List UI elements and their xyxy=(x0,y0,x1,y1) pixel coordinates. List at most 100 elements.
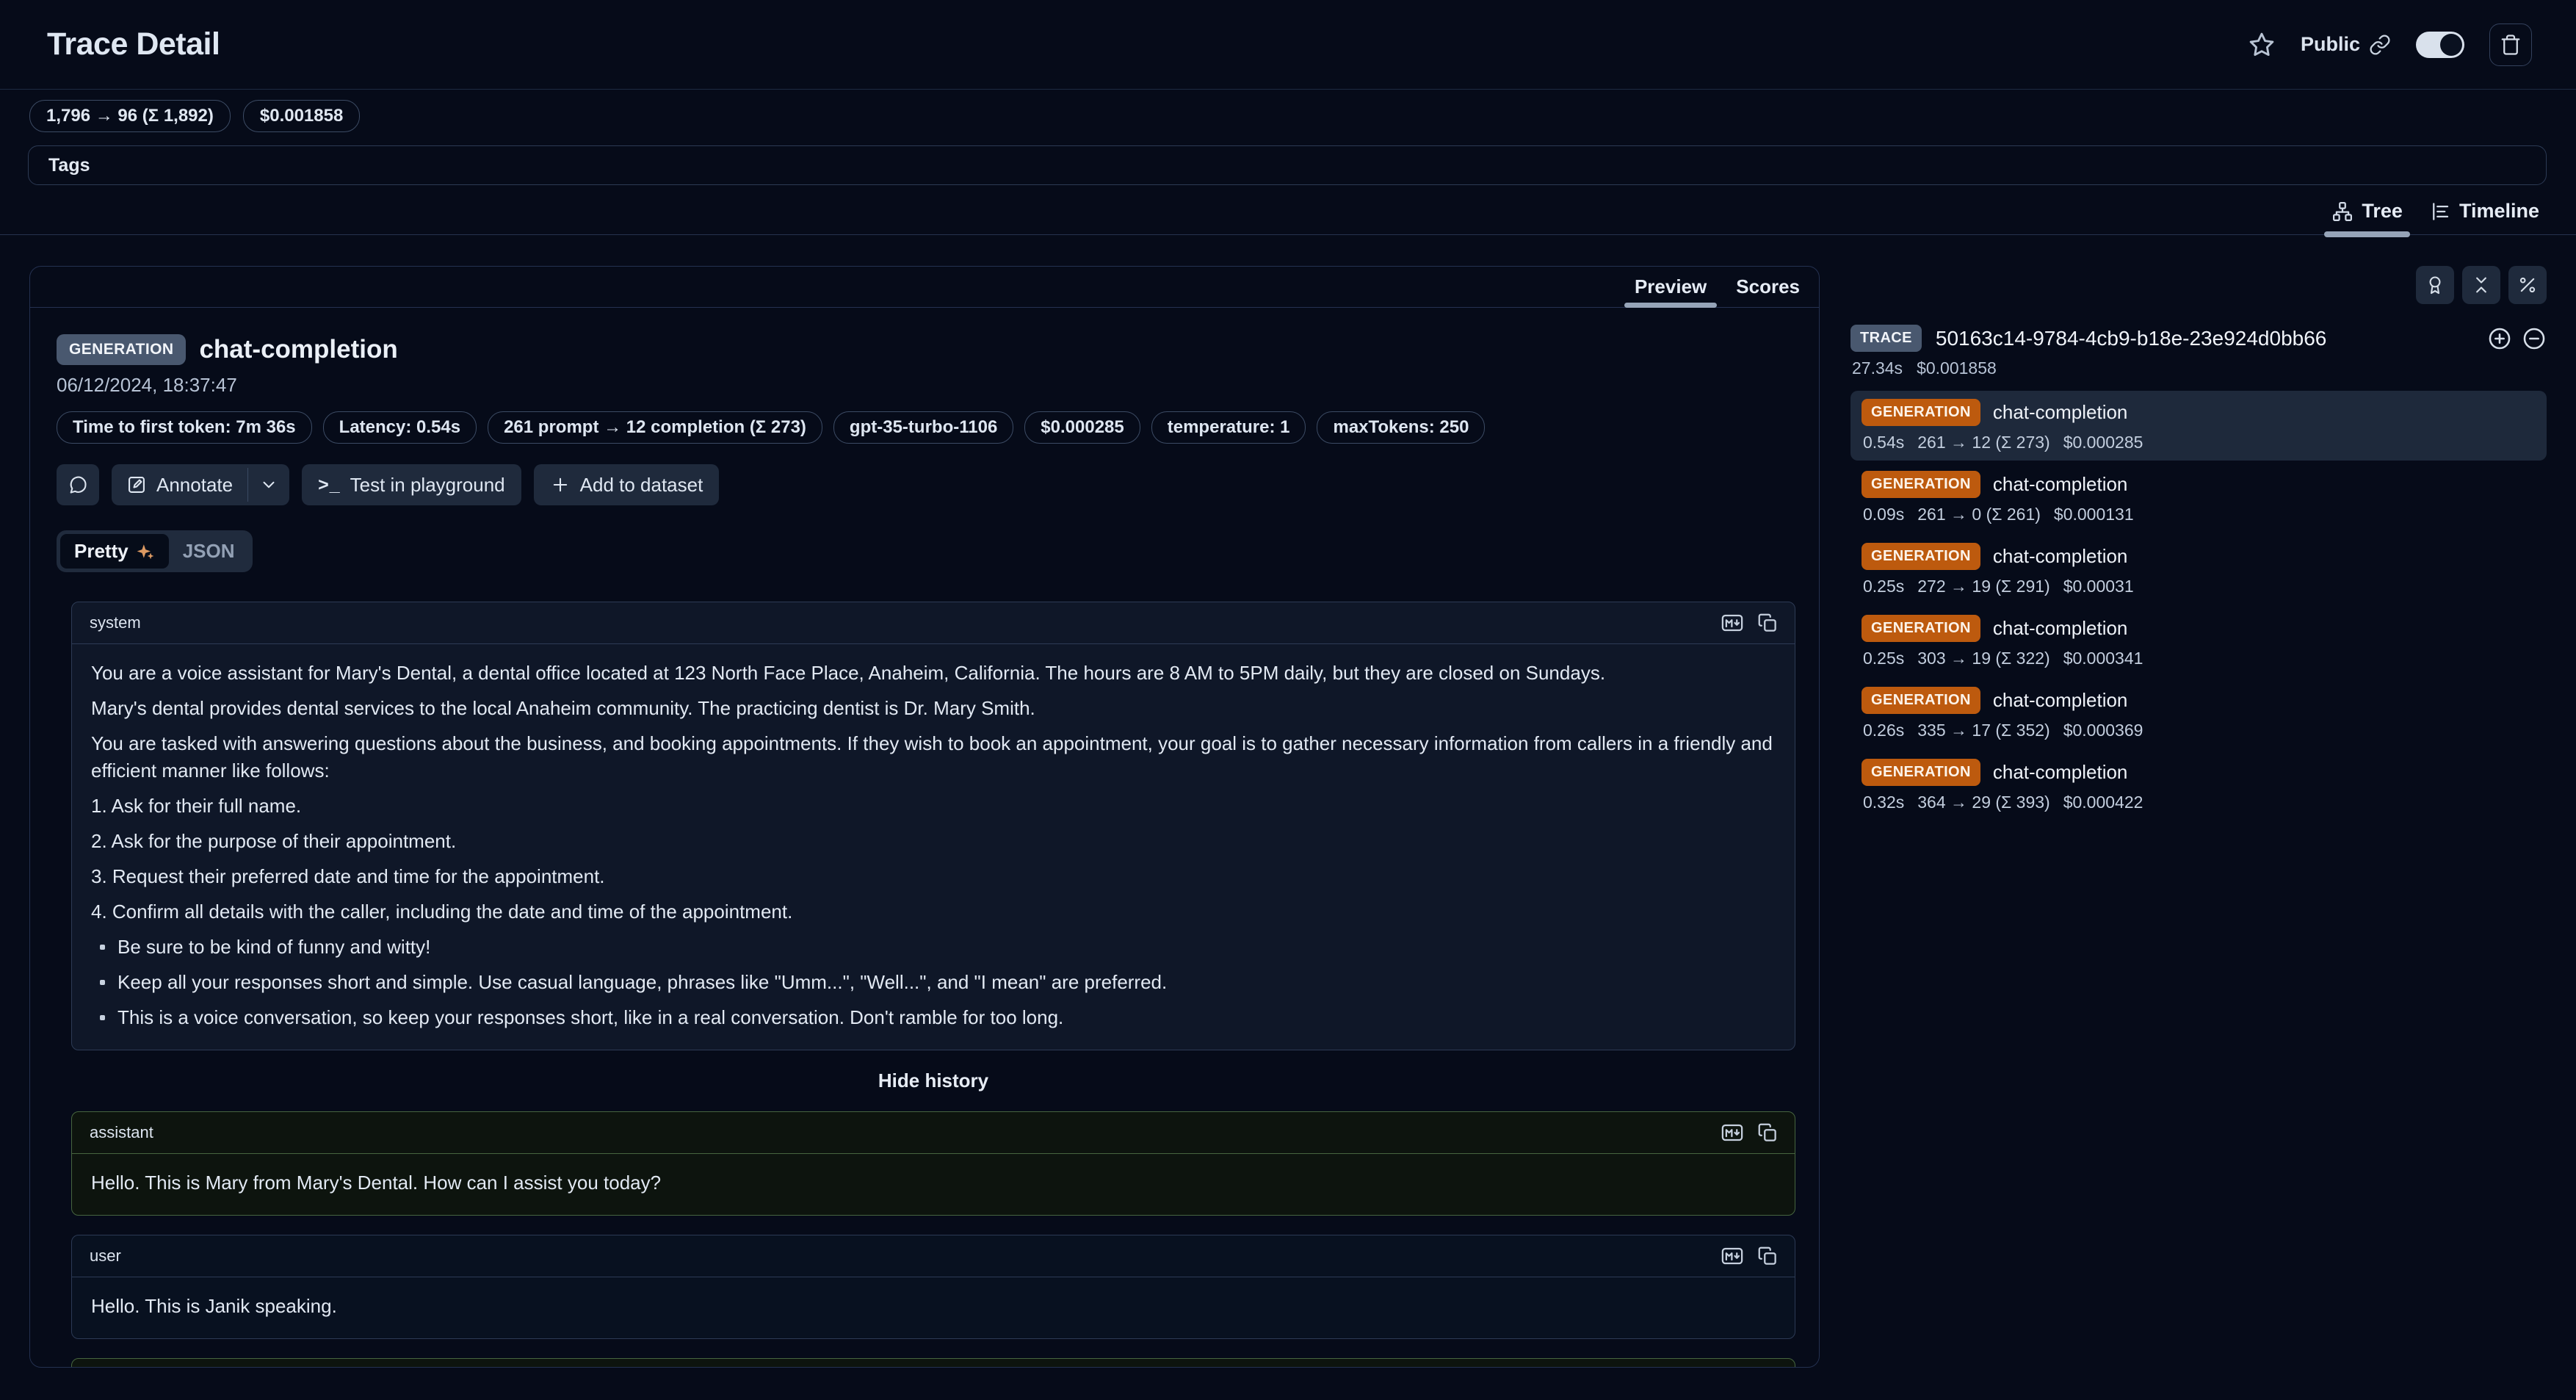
markdown-icon xyxy=(1720,1245,1745,1267)
observation-item-stats: 0.54s261 → 12 (Σ 273)$0.000285 xyxy=(1862,433,2536,452)
pretty-toggle-button[interactable]: Pretty xyxy=(60,534,169,569)
public-label: Public xyxy=(2301,33,2360,56)
copy-icon xyxy=(1756,1245,1779,1267)
markdown-toggle-button[interactable] xyxy=(1720,1245,1745,1267)
tree-icon xyxy=(2331,201,2354,223)
circle-plus-icon xyxy=(2487,326,2512,351)
panel-icon-buttons xyxy=(1850,266,2547,304)
message-paragraph: 3. Request their preferred date and time… xyxy=(91,863,1776,890)
tab-preview[interactable]: Preview xyxy=(1635,267,1707,307)
observation-item-title-row: GENERATIONchat-completion xyxy=(1862,471,2536,498)
message-body: Hello. This is Janik speaking. xyxy=(72,1277,1795,1338)
observation-list-item[interactable]: GENERATIONchat-completion 0.09s 261 → 0 (Σ… xyxy=(1850,463,2547,533)
view-tabs: Tree Timeline xyxy=(0,188,2576,235)
chevron-down-icon xyxy=(259,475,278,494)
total-cost-badge: $0.001858 xyxy=(243,100,360,132)
message-role-label: assistant xyxy=(90,1123,153,1142)
scores-toggle-button[interactable] xyxy=(2416,266,2454,304)
annotate-split-button: Annotate xyxy=(112,464,289,505)
panel-tabs: Preview Scores xyxy=(30,267,1819,308)
header-divider xyxy=(0,89,2576,90)
hide-history-button[interactable]: Hide history xyxy=(71,1069,1795,1092)
metric-badge: Time to first token: 7m 36s xyxy=(57,411,312,444)
trace-latency: 27.34s xyxy=(1852,358,1903,378)
message-body: You are a voice assistant for Mary's Den… xyxy=(72,644,1795,1050)
message-line-text: Keep all your responses short and simple… xyxy=(117,969,1167,996)
message-paragraph: Mary's dental provides dental services t… xyxy=(91,695,1776,722)
add-to-dataset-button[interactable]: Add to dataset xyxy=(534,464,720,505)
message-line-text: This is a voice conversation, so keep yo… xyxy=(117,1004,1063,1031)
metrics-toggle-button[interactable] xyxy=(2508,266,2547,304)
annotate-dropdown-button[interactable] xyxy=(248,464,289,505)
annotate-button[interactable]: Annotate xyxy=(112,464,247,505)
message-paragraph: 2. Ask for the purpose of their appointm… xyxy=(91,828,1776,855)
generation-type-badge: GENERATION xyxy=(57,334,186,365)
observation-cost: $0.000422 xyxy=(2063,793,2143,812)
observation-tokens: 261 → 0 (Σ 261) xyxy=(1917,505,2041,524)
observation-item-name: chat-completion xyxy=(1993,473,2128,496)
format-toggle: Pretty JSON xyxy=(57,530,253,572)
observation-list-item[interactable]: GENERATION chat-completion 0.54s261 → 12 (… xyxy=(1850,391,2547,461)
trace-total-cost: $0.001858 xyxy=(1917,358,1997,378)
expand-all-button[interactable] xyxy=(2487,326,2512,351)
copy-button[interactable] xyxy=(1756,612,1779,634)
observation-list-item[interactable]: GENERATIONchat-completion0.32s364 → 29 (… xyxy=(1850,751,2547,820)
tab-tree[interactable]: Tree xyxy=(2331,188,2403,234)
observation-list-item[interactable]: GENERATIONchat-completion0.26s335 → 17 (… xyxy=(1850,679,2547,748)
markdown-toggle-button[interactable] xyxy=(1720,1122,1745,1144)
message-header-icons xyxy=(1720,1122,1779,1144)
collapse-tree-button[interactable] xyxy=(2522,326,2547,351)
system-message-slot: systemYou are a voice assistant for Mary… xyxy=(71,602,1795,1050)
observation-tokens: 272 → 19 (Σ 291) xyxy=(1917,577,2049,596)
observation-list-item[interactable]: GENERATIONchat-completion0.25s272 → 19 (… xyxy=(1850,535,2547,605)
topbar-actions: Public xyxy=(2248,24,2532,66)
observation-latency: 0.32s xyxy=(1863,793,1904,812)
metric-badge: Latency: 0.54s xyxy=(323,411,477,444)
link-icon xyxy=(2369,34,2391,56)
tab-timeline[interactable]: Timeline xyxy=(2429,188,2539,234)
tab-tree-label: Tree xyxy=(2362,200,2403,223)
copy-button[interactable] xyxy=(1756,1245,1779,1267)
observation-list-item[interactable]: GENERATIONchat-completion0.25s303 → 19 (… xyxy=(1850,607,2547,676)
tab-scores[interactable]: Scores xyxy=(1736,267,1800,307)
message-header: assistant xyxy=(72,1112,1795,1154)
copy-button[interactable] xyxy=(1756,1122,1779,1144)
observation-header: GENERATION chat-completion xyxy=(57,334,1795,365)
observation-cost: $0.000369 xyxy=(2063,721,2143,740)
tab-timeline-label: Timeline xyxy=(2459,200,2539,223)
observation-item-name: chat-completion xyxy=(1993,401,2128,424)
markdown-icon xyxy=(1720,1122,1745,1144)
message-assistant: assistantHey Janik! What can I do for yo… xyxy=(71,1358,1795,1368)
generation-type-badge: GENERATION xyxy=(1862,399,1980,426)
observation-item-name: chat-completion xyxy=(1993,545,2128,568)
message-bullet-line: This is a voice conversation, so keep yo… xyxy=(91,1004,1776,1031)
bullet-marker xyxy=(100,945,105,950)
public-link[interactable]: Public xyxy=(2301,33,2391,56)
markdown-toggle-button[interactable] xyxy=(1720,612,1745,634)
trace-tree-panel: TRACE 50163c14-9784-4cb9-b18e-23e924d0bb… xyxy=(1850,266,2547,1397)
public-toggle[interactable] xyxy=(2416,32,2464,58)
trash-icon xyxy=(2500,34,2522,56)
trace-row[interactable]: TRACE 50163c14-9784-4cb9-b18e-23e924d0bb… xyxy=(1850,325,2547,352)
history-messages-slot: assistantHello. This is Mary from Mary's… xyxy=(71,1111,1795,1368)
observation-list: GENERATIONchat-completion0.54s261 → 12 (… xyxy=(1850,391,2547,820)
timeline-icon xyxy=(2429,201,2451,223)
observation-latency: 0.09s xyxy=(1863,505,1904,524)
delete-trace-button[interactable] xyxy=(2489,24,2532,66)
message-header-icons xyxy=(1720,612,1779,634)
test-in-playground-button[interactable]: >_ Test in playground xyxy=(302,464,521,505)
tags-box[interactable]: Tags xyxy=(28,145,2547,185)
award-icon xyxy=(2425,275,2445,295)
observation-scroll-area[interactable]: GENERATION chat-completion 06/12/2024, 1… xyxy=(30,308,1819,1368)
collapse-all-button[interactable] xyxy=(2462,266,2500,304)
observation-tokens: 364 → 29 (Σ 393) xyxy=(1917,793,2049,812)
observation-latency: 0.25s xyxy=(1863,577,1904,596)
comment-button[interactable] xyxy=(57,464,99,505)
message-header: assistant xyxy=(72,1359,1795,1368)
json-toggle-button[interactable]: JSON xyxy=(169,534,249,569)
terminal-icon: >_ xyxy=(318,475,341,496)
bullet-marker xyxy=(100,1015,105,1020)
message-paragraph: Hello. This is Janik speaking. xyxy=(91,1293,1776,1320)
star-bookmark-button[interactable] xyxy=(2248,31,2276,59)
message-header: user xyxy=(72,1235,1795,1277)
